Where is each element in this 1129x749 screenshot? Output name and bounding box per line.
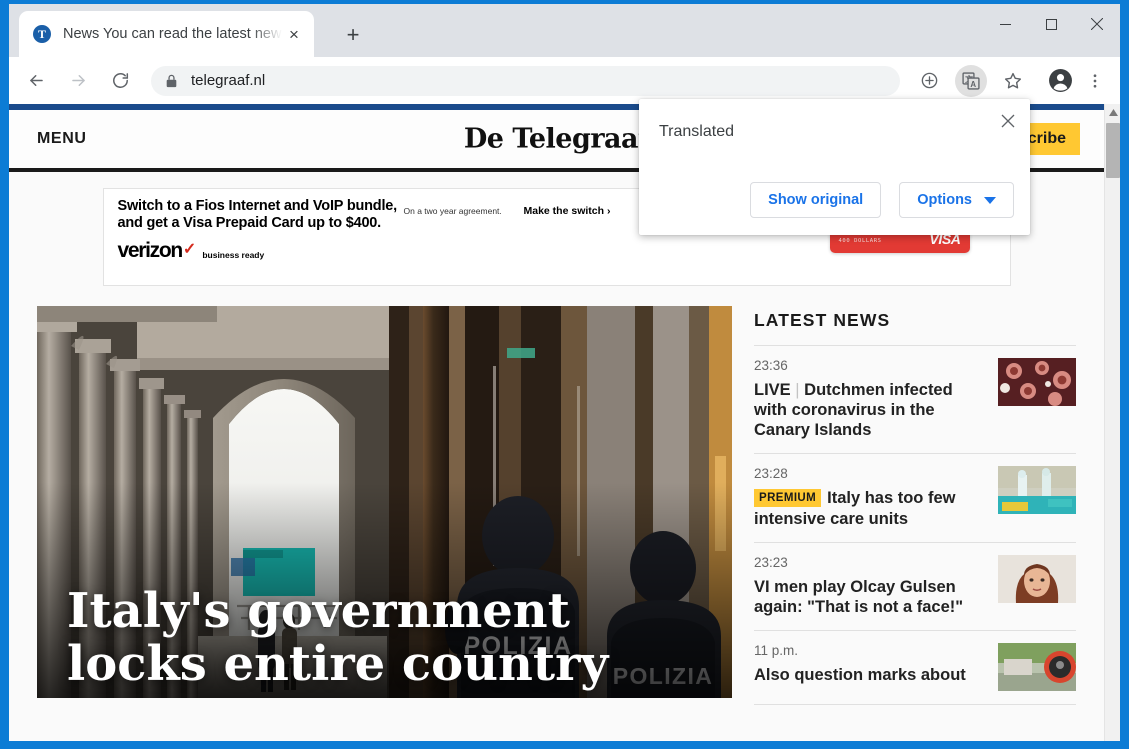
chevron-down-icon bbox=[984, 197, 996, 204]
sidebar-heading: LATEST NEWS bbox=[754, 310, 1076, 346]
maximize-button[interactable] bbox=[1028, 4, 1074, 44]
list-item[interactable]: 23:23 VI men play Olcay Gulsen again: "T… bbox=[754, 543, 1076, 631]
hero-article[interactable]: POLIZIA POLIZIA bbox=[37, 306, 732, 698]
close-tab-icon[interactable]: × bbox=[282, 22, 306, 46]
back-arrow-icon[interactable] bbox=[20, 65, 52, 97]
news-time: 11 p.m. bbox=[754, 643, 986, 658]
ad-headline: Switch to a Fios Internet and VoIP bundl… bbox=[118, 198, 404, 232]
account-icon[interactable] bbox=[1044, 65, 1076, 97]
window-frame-left bbox=[0, 0, 9, 749]
toolbar-actions: 文 A bbox=[908, 65, 1114, 97]
star-icon[interactable] bbox=[997, 65, 1029, 97]
news-headline-text: VI men play Olcay Gulsen again: "That is… bbox=[754, 578, 963, 616]
close-window-button[interactable] bbox=[1074, 4, 1120, 44]
svg-text:A: A bbox=[970, 79, 976, 88]
window-frame-bottom bbox=[0, 741, 1129, 749]
latest-news-sidebar: LATEST NEWS 23:36 LIVE | Dutchmen infect… bbox=[754, 306, 1076, 705]
status-badge: PREMIUM bbox=[754, 489, 821, 507]
show-original-button[interactable]: Show original bbox=[750, 182, 881, 218]
translate-popup: Translated Show original Options bbox=[639, 99, 1030, 235]
list-item[interactable]: 11 p.m. Also question marks about bbox=[754, 631, 1076, 705]
news-headline: VI men play Olcay Gulsen again: "That is… bbox=[754, 577, 986, 617]
tab-title: News You can read the latest new bbox=[63, 26, 282, 42]
forward-arrow-icon[interactable] bbox=[62, 65, 94, 97]
coronavirus-particles-thumb bbox=[998, 358, 1076, 406]
news-headline: Also question marks about bbox=[754, 665, 986, 685]
news-text: 23:28 PREMIUMItaly has too few intensive… bbox=[754, 466, 998, 528]
news-headline-text: Also question marks about bbox=[754, 666, 966, 684]
window-controls bbox=[982, 4, 1120, 57]
lock-icon bbox=[165, 74, 178, 88]
translate-popup-actions: Show original Options bbox=[750, 182, 1014, 218]
site-logo[interactable]: De Telegraaf bbox=[464, 124, 649, 155]
verizon-wordmark: verizon bbox=[118, 240, 182, 261]
minimize-button[interactable] bbox=[982, 4, 1028, 44]
translate-icon[interactable]: 文 A bbox=[955, 65, 987, 97]
news-time: 23:23 bbox=[754, 555, 986, 570]
three-dot-menu-icon[interactable] bbox=[1080, 65, 1110, 97]
browser-tab[interactable]: T News You can read the latest new × bbox=[19, 11, 314, 57]
browser-toolbar: telegraaf.nl 文 A bbox=[9, 57, 1120, 104]
list-item[interactable]: 23:28 PREMIUMItaly has too few intensive… bbox=[754, 454, 1076, 542]
news-time: 23:28 bbox=[754, 466, 986, 481]
hospital-ward-thumb bbox=[998, 466, 1076, 514]
window-frame-right bbox=[1120, 0, 1129, 749]
woman-portrait-thumb bbox=[998, 555, 1076, 603]
news-headline: LIVE | Dutchmen infected with coronaviru… bbox=[754, 380, 986, 440]
scrollbar-thumb[interactable] bbox=[1106, 123, 1120, 178]
reload-icon[interactable] bbox=[104, 65, 136, 97]
url-text: telegraaf.nl bbox=[191, 72, 265, 89]
main-content: POLIZIA POLIZIA bbox=[9, 296, 1104, 705]
news-text: 23:36 LIVE | Dutchmen infected with coro… bbox=[754, 358, 998, 440]
ad-brand-tagline: business ready bbox=[202, 251, 264, 260]
new-tab-button[interactable]: + bbox=[339, 21, 367, 49]
telegraaf-t-icon: T bbox=[33, 25, 51, 43]
address-bar[interactable]: telegraaf.nl bbox=[151, 66, 900, 96]
tab-strip: T News You can read the latest new × + bbox=[9, 4, 1120, 57]
ad-copy: Switch to a Fios Internet and VoIP bundl… bbox=[104, 189, 404, 285]
news-headline: PREMIUMItaly has too few intensive care … bbox=[754, 488, 986, 528]
options-label: Options bbox=[917, 192, 972, 208]
list-item[interactable]: 23:36 LIVE | Dutchmen infected with coro… bbox=[754, 346, 1076, 454]
scroll-up-icon[interactable] bbox=[1105, 104, 1120, 121]
page-scrollbar[interactable] bbox=[1104, 104, 1120, 741]
ad-brand: verizon ✓ business ready bbox=[118, 240, 404, 261]
translate-popup-title: Translated bbox=[659, 123, 734, 141]
news-time: 23:36 bbox=[754, 358, 986, 373]
options-button[interactable]: Options bbox=[899, 182, 1014, 218]
speed-camera-thumb bbox=[998, 643, 1076, 691]
site-menu-button[interactable]: MENU bbox=[37, 130, 87, 148]
news-text: 11 p.m. Also question marks about bbox=[754, 643, 998, 685]
verizon-check-icon: ✓ bbox=[183, 242, 196, 258]
separator: | bbox=[795, 381, 799, 399]
news-text: 23:23 VI men play Olcay Gulsen again: "T… bbox=[754, 555, 998, 617]
browser-window: T News You can read the latest new × + bbox=[0, 0, 1129, 749]
card-holder-line2: 400 DOLLARS bbox=[839, 238, 882, 244]
install-icon[interactable] bbox=[913, 65, 945, 97]
hero-headline: Italy's government locks entire country bbox=[67, 585, 692, 693]
close-icon[interactable] bbox=[994, 107, 1022, 135]
ad-fine-print: On a two year agreement. bbox=[404, 189, 524, 285]
live-label: LIVE bbox=[754, 381, 791, 399]
